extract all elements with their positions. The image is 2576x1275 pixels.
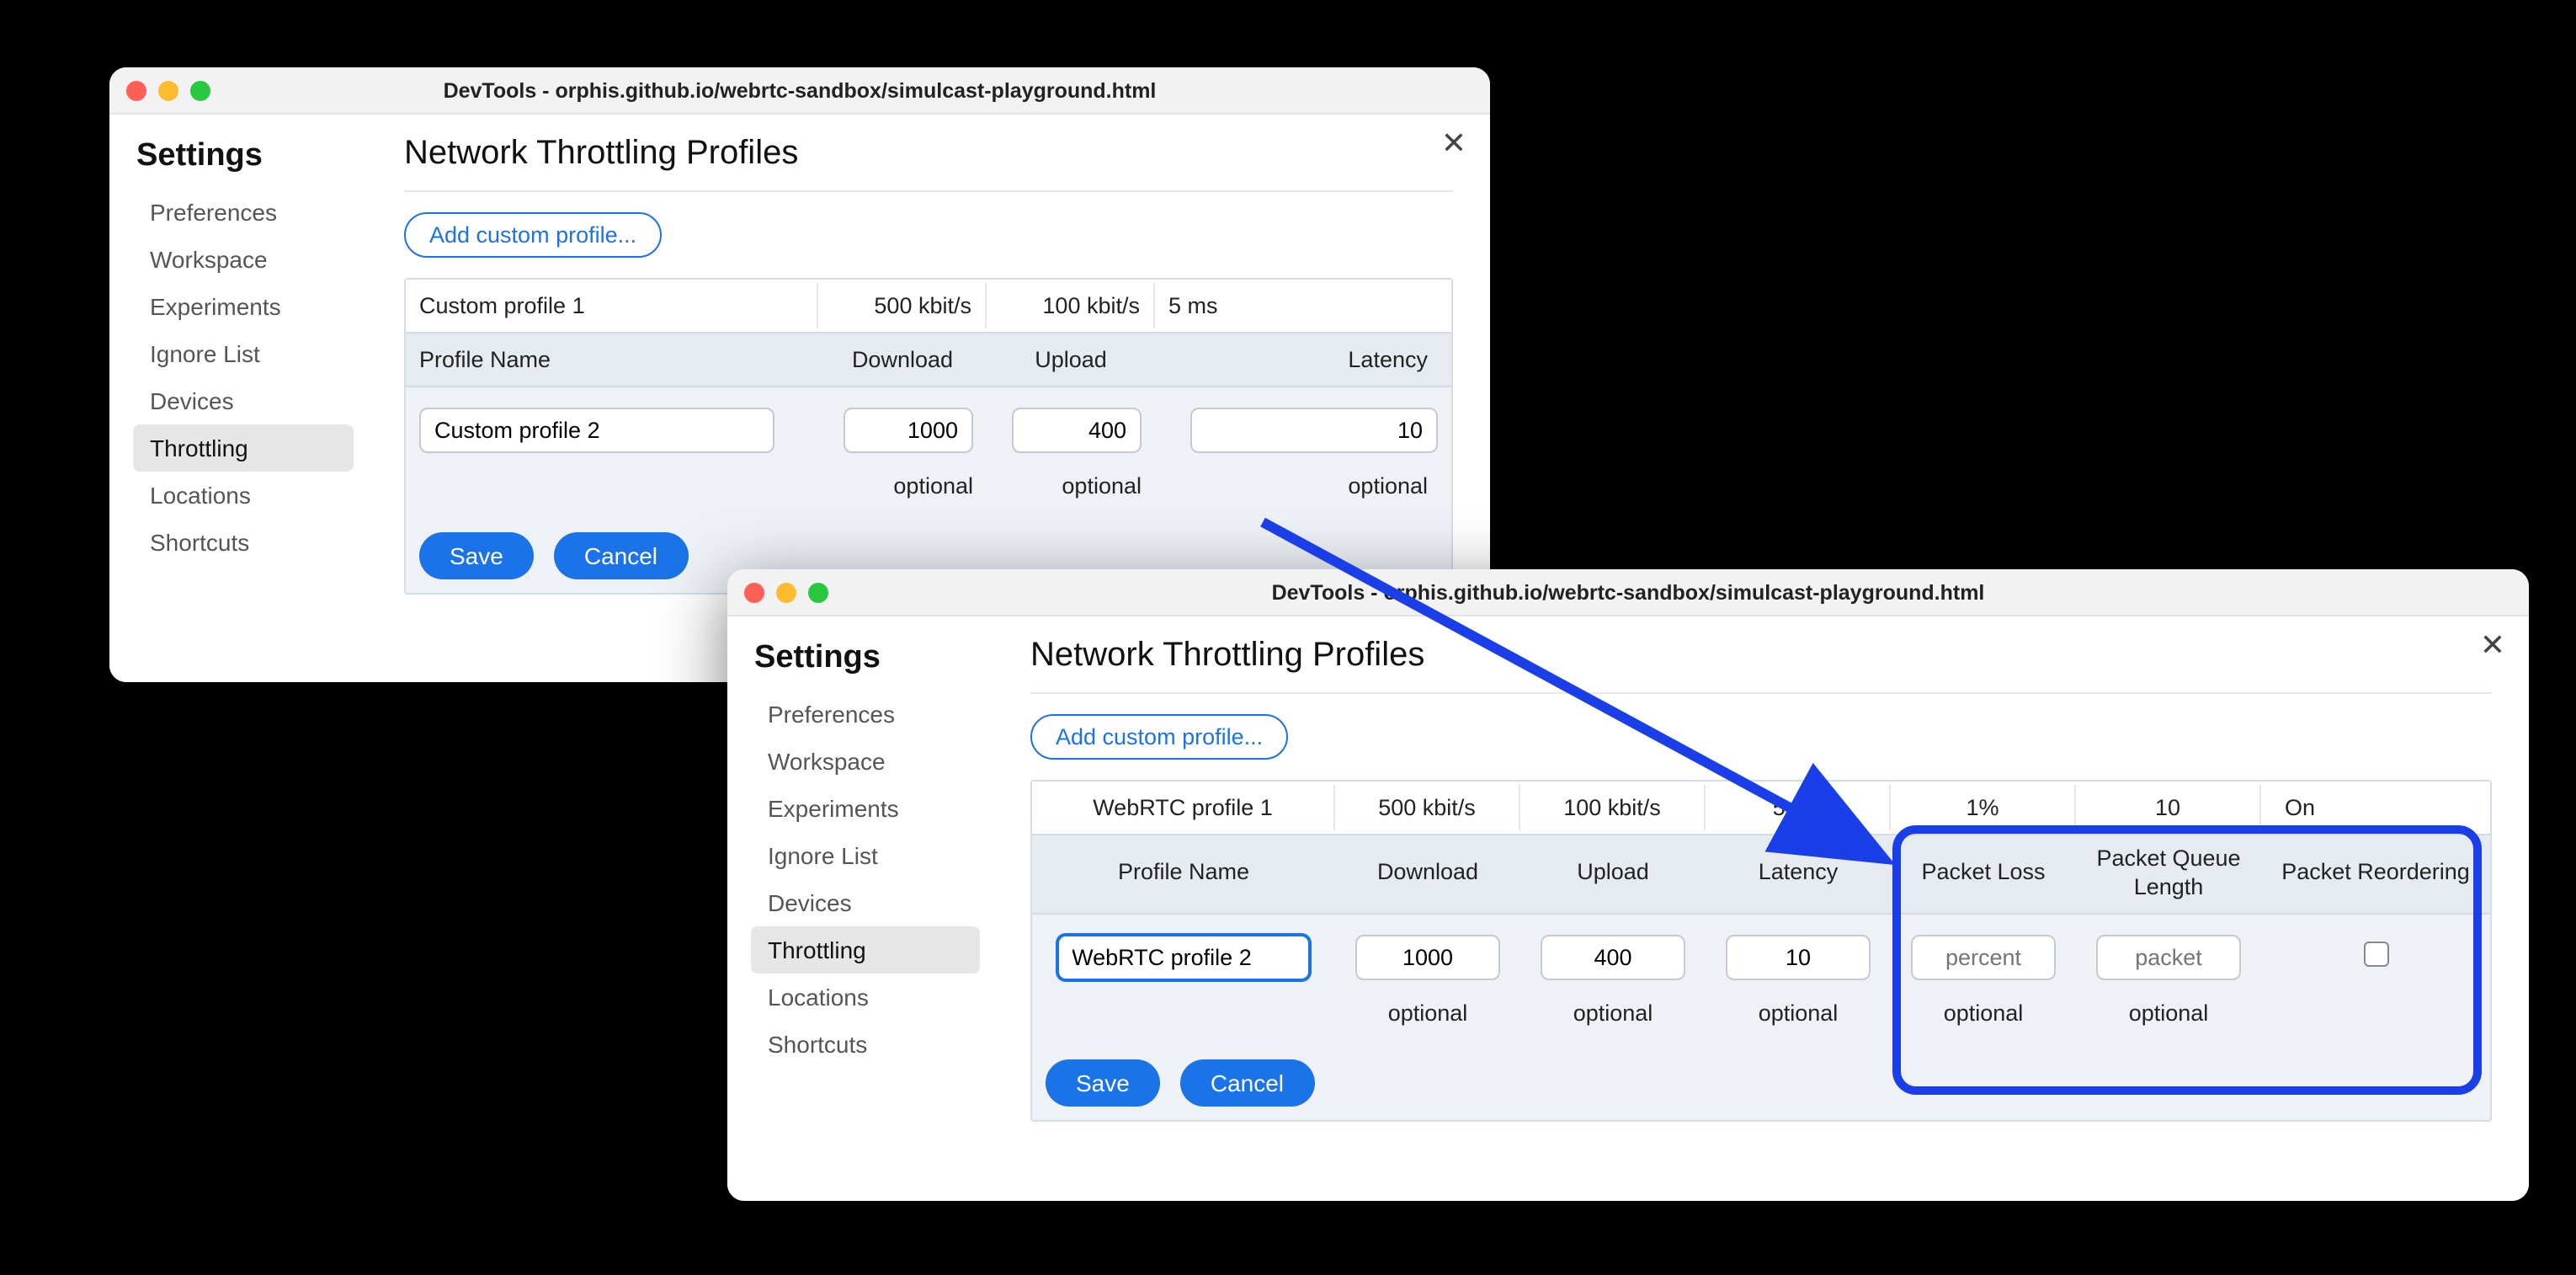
edit-row bbox=[1032, 915, 2490, 990]
close-icon[interactable]: ✕ bbox=[2480, 630, 2505, 660]
download-hint: optional bbox=[1335, 990, 1520, 1036]
col-packet-loss: Packet Loss bbox=[1891, 850, 2076, 899]
profiles-table: Custom profile 1 500 kbit/s 100 kbit/s 5… bbox=[404, 278, 1453, 595]
col-name: Profile Name bbox=[406, 337, 818, 382]
latency-hint: optional bbox=[1706, 990, 1891, 1036]
edit-row bbox=[406, 387, 1451, 463]
cancel-button[interactable]: Cancel bbox=[554, 532, 688, 579]
zoom-dot[interactable] bbox=[190, 80, 210, 100]
sidebar-item-devices[interactable]: Devices bbox=[751, 879, 980, 926]
packet-loss-input[interactable] bbox=[1911, 935, 2057, 980]
window-title: DevTools - orphis.github.io/webrtc-sandb… bbox=[727, 580, 2529, 604]
col-upload: Upload bbox=[1520, 850, 1706, 899]
upload-hint: optional bbox=[1520, 990, 1706, 1036]
profile-name-input[interactable] bbox=[419, 408, 774, 453]
col-reordering: Packet Reordering bbox=[2261, 850, 2490, 899]
download-hint: optional bbox=[818, 463, 987, 509]
sidebar-item-ignore-list[interactable]: Ignore List bbox=[751, 832, 980, 879]
edit-header-row: Profile Name Download Upload Latency Pac… bbox=[1032, 835, 2490, 915]
latency-input[interactable] bbox=[1190, 408, 1438, 453]
add-custom-profile-button[interactable]: Add custom profile... bbox=[404, 212, 662, 258]
download-input[interactable] bbox=[843, 408, 973, 453]
download-input[interactable] bbox=[1355, 935, 1501, 980]
profile-queue-length: 10 bbox=[2076, 785, 2261, 830]
col-upload: Upload bbox=[987, 337, 1155, 382]
titlebar[interactable]: DevTools - orphis.github.io/webrtc-sandb… bbox=[727, 569, 2529, 616]
edit-header-row: Profile Name Download Upload Latency bbox=[406, 333, 1451, 387]
save-button[interactable]: Save bbox=[1046, 1059, 1160, 1107]
col-queue-length: Packet Queue Length bbox=[2076, 835, 2261, 913]
profile-row[interactable]: Custom profile 1 500 kbit/s 100 kbit/s 5… bbox=[406, 280, 1451, 333]
profile-download: 500 kbit/s bbox=[818, 283, 987, 328]
col-download: Download bbox=[818, 337, 987, 382]
page-title: Network Throttling Profiles bbox=[1030, 637, 2492, 694]
sidebar-item-locations[interactable]: Locations bbox=[751, 974, 980, 1021]
settings-sidebar: Settings Preferences Workspace Experimen… bbox=[727, 616, 980, 1201]
upload-hint: optional bbox=[987, 463, 1155, 509]
profile-packet-loss: 1% bbox=[1891, 785, 2076, 830]
hints-row: optional optional optional optional opti… bbox=[1032, 990, 2490, 1046]
sidebar-item-preferences[interactable]: Preferences bbox=[133, 189, 354, 236]
sidebar-item-workspace[interactable]: Workspace bbox=[133, 236, 354, 283]
settings-panel: ✕ Network Throttling Profiles Add custom… bbox=[980, 616, 2529, 1201]
col-latency: Latency bbox=[1155, 337, 1451, 382]
save-button[interactable]: Save bbox=[419, 532, 534, 579]
titlebar[interactable]: DevTools - orphis.github.io/webrtc-sandb… bbox=[109, 67, 1490, 115]
minimize-dot[interactable] bbox=[158, 80, 178, 100]
cancel-button[interactable]: Cancel bbox=[1180, 1059, 1314, 1107]
col-download: Download bbox=[1335, 850, 1520, 899]
settings-sidebar: Settings Preferences Workspace Experimen… bbox=[109, 115, 354, 682]
profile-name: WebRTC profile 1 bbox=[1032, 785, 1335, 830]
queue-length-hint: optional bbox=[2076, 990, 2261, 1036]
profile-name: Custom profile 1 bbox=[406, 283, 818, 328]
devtools-window-after: DevTools - orphis.github.io/webrtc-sandb… bbox=[727, 569, 2529, 1201]
profile-row[interactable]: WebRTC profile 1 500 kbit/s 100 kbit/s 5… bbox=[1032, 782, 2490, 835]
sidebar-item-locations[interactable]: Locations bbox=[133, 472, 354, 519]
packet-loss-hint: optional bbox=[1891, 990, 2076, 1036]
upload-input[interactable] bbox=[1011, 408, 1142, 453]
profile-latency: 5 ms bbox=[1155, 283, 1451, 328]
profile-upload: 100 kbit/s bbox=[987, 283, 1155, 328]
sidebar-item-devices[interactable]: Devices bbox=[133, 377, 354, 424]
profile-reordering: On bbox=[2261, 785, 2490, 830]
sidebar-item-throttling[interactable]: Throttling bbox=[751, 926, 980, 974]
profile-name-input[interactable] bbox=[1056, 935, 1311, 980]
page-title: Network Throttling Profiles bbox=[404, 135, 1453, 192]
zoom-dot[interactable] bbox=[808, 582, 828, 602]
latency-hint: optional bbox=[1155, 463, 1451, 509]
profile-download: 500 kbit/s bbox=[1335, 785, 1520, 830]
sidebar-item-workspace[interactable]: Workspace bbox=[751, 738, 980, 785]
upload-input[interactable] bbox=[1541, 935, 1686, 980]
profile-upload: 100 kbit/s bbox=[1520, 785, 1706, 830]
queue-length-input[interactable] bbox=[2096, 935, 2242, 980]
latency-input[interactable] bbox=[1726, 935, 1871, 980]
sidebar-item-ignore-list[interactable]: Ignore List bbox=[133, 330, 354, 377]
sidebar-item-shortcuts[interactable]: Shortcuts bbox=[751, 1021, 980, 1068]
close-dot[interactable] bbox=[126, 80, 146, 100]
button-row: Save Cancel bbox=[1032, 1046, 2490, 1120]
sidebar-item-throttling[interactable]: Throttling bbox=[133, 424, 354, 472]
close-dot[interactable] bbox=[744, 582, 764, 602]
sidebar-item-experiments[interactable]: Experiments bbox=[751, 785, 980, 832]
col-name: Profile Name bbox=[1032, 850, 1335, 899]
reordering-checkbox[interactable] bbox=[2363, 942, 2388, 968]
profile-latency: 5 ms bbox=[1706, 785, 1891, 830]
hints-row: optional optional optional bbox=[406, 463, 1451, 519]
sidebar-item-preferences[interactable]: Preferences bbox=[751, 691, 980, 738]
sidebar-title: Settings bbox=[751, 640, 980, 677]
col-latency: Latency bbox=[1706, 850, 1891, 899]
traffic-lights bbox=[744, 582, 828, 602]
sidebar-item-experiments[interactable]: Experiments bbox=[133, 283, 354, 330]
close-icon[interactable]: ✕ bbox=[1441, 128, 1466, 158]
sidebar-title: Settings bbox=[133, 138, 354, 175]
minimize-dot[interactable] bbox=[776, 582, 796, 602]
traffic-lights bbox=[126, 80, 210, 100]
profiles-table: WebRTC profile 1 500 kbit/s 100 kbit/s 5… bbox=[1030, 780, 2492, 1122]
window-title: DevTools - orphis.github.io/webrtc-sandb… bbox=[109, 78, 1490, 102]
sidebar-item-shortcuts[interactable]: Shortcuts bbox=[133, 519, 354, 566]
add-custom-profile-button[interactable]: Add custom profile... bbox=[1030, 714, 1288, 760]
